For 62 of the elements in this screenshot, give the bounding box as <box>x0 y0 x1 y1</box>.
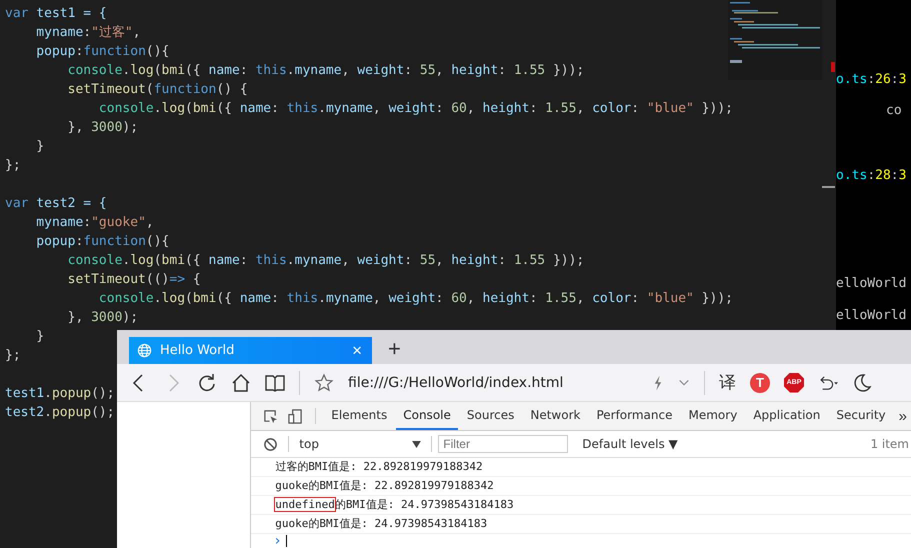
terminal-line: o.ts:28:3 <box>836 167 908 185</box>
code-line: test1.popup(); <box>5 386 115 401</box>
close-tab-button[interactable]: × <box>350 340 364 361</box>
terminal-line: co <box>885 102 903 120</box>
code-line: myname:"过客", <box>35 25 141 40</box>
code-line: } <box>35 329 44 344</box>
filter-field[interactable]: Filter <box>438 435 568 453</box>
code-line: } <box>35 139 44 154</box>
code-line: console.log(bmi({ name: this.myname, weight: 60, height: 1.55, color: "blue" })); <box>98 101 733 116</box>
extension-button[interactable]: T <box>750 372 770 393</box>
caret-icon <box>412 440 422 448</box>
more-tabs-button[interactable]: » <box>894 402 911 430</box>
code-line: console.log(bmi({ name: this.myname, weight: 55, height: 1.55 })); <box>66 253 584 268</box>
star-icon[interactable] <box>314 372 334 393</box>
terminal-line: elloWorld <box>836 307 908 325</box>
context-select[interactable]: top <box>295 437 426 451</box>
console-message: guoke的BMI值是: 22.892819979188342 <box>251 477 911 496</box>
devtools-tab[interactable]: Memory <box>682 402 744 430</box>
address-bar[interactable]: file:///G:/HelloWorld/index.html <box>348 374 638 391</box>
levels-dropdown[interactable]: Default levels ▼ <box>576 436 684 452</box>
code-line: }, 3000); <box>66 120 138 135</box>
globe-icon <box>137 343 152 358</box>
devtools-tab[interactable]: Network <box>523 402 588 430</box>
devtools-tab[interactable]: Application <box>746 402 828 430</box>
devtools-tab[interactable]: Security <box>829 402 893 430</box>
refresh-icon[interactable] <box>197 372 217 393</box>
code-line: popup:function(){ <box>35 44 170 59</box>
terminal-line: elloWorld <box>836 275 908 293</box>
code-line: setTimeout(function() { <box>66 82 248 97</box>
code-line: setTimeout(()=> { <box>66 272 201 287</box>
code-line: var test1 = { <box>5 6 107 21</box>
inspect-icon[interactable] <box>263 408 278 424</box>
terminal-line: o.ts:26:3 <box>836 71 908 89</box>
scroll-thumb[interactable] <box>822 186 835 188</box>
code-line: test2.popup(); <box>5 405 115 420</box>
devtools-tab[interactable]: Elements <box>324 402 394 430</box>
devtools-tab[interactable]: Sources <box>460 402 522 430</box>
devtools-tab[interactable]: Console <box>396 402 458 430</box>
devtools-tab[interactable]: Performance <box>589 402 680 430</box>
error-marker <box>831 62 835 72</box>
code-line: var test2 = { <box>5 196 107 211</box>
code-line: console.log(bmi({ name: this.myname, weight: 60, height: 1.55, color: "blue" })); <box>98 291 733 306</box>
translate-button[interactable]: 译 <box>719 371 736 394</box>
console-message: 过客的BMI值是: 22.892819979188342 <box>251 458 911 477</box>
console-message: undefined的BMI值是: 24.97398543184183 <box>251 496 911 515</box>
console-message: guoke的BMI值是: 24.97398543184183 <box>251 515 911 534</box>
code-line: console.log(bmi({ name: this.myname, weight: 55, height: 1.55 })); <box>66 63 584 78</box>
prompt-icon: › <box>273 533 282 548</box>
book-icon[interactable] <box>265 372 285 393</box>
new-tab-button[interactable]: + <box>384 336 405 362</box>
home-icon[interactable] <box>231 372 251 393</box>
code-line: myname:"guoke", <box>35 215 154 230</box>
clear-icon[interactable] <box>263 436 278 452</box>
code-line: }; <box>5 158 21 173</box>
browser-tab[interactable]: Hello World × <box>129 337 372 364</box>
device-icon[interactable] <box>288 408 304 424</box>
moon-icon[interactable] <box>852 372 872 393</box>
code-line: popup:function(){ <box>35 234 170 249</box>
code-line: }, 3000); <box>66 310 138 325</box>
lightning-icon[interactable] <box>652 374 664 391</box>
message-count: 1 item <box>870 437 909 451</box>
code-line: }; <box>5 348 21 363</box>
